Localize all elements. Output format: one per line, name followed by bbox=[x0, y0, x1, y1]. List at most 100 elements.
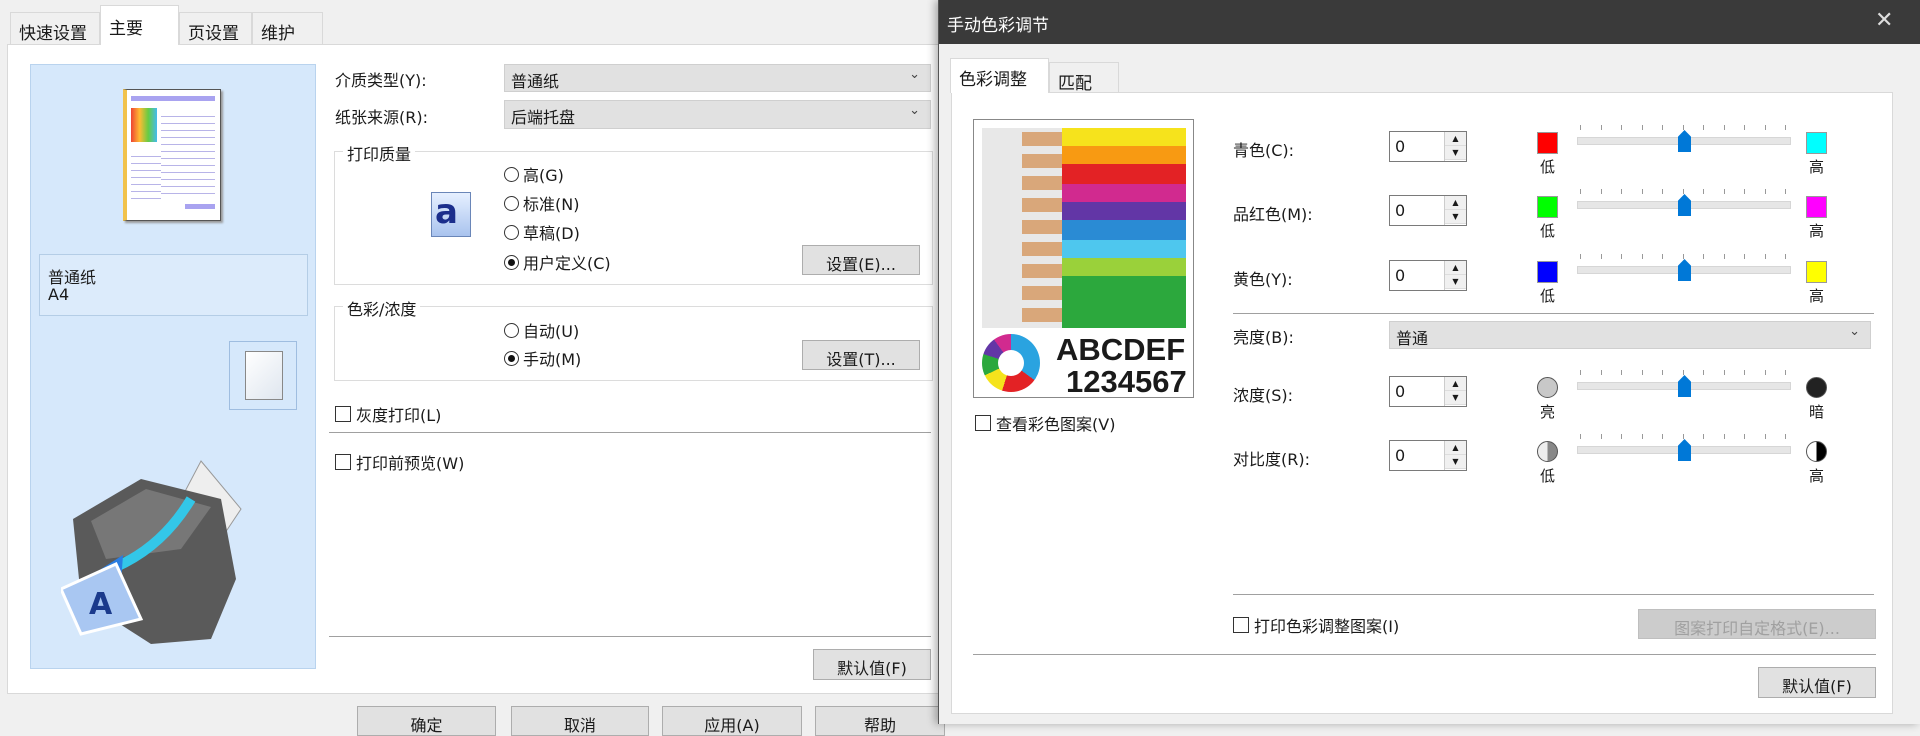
apply-button[interactable]: 应用(A) bbox=[662, 706, 802, 736]
slider-tick bbox=[1600, 125, 1602, 130]
settings-preview: 普通纸 A4 A bbox=[30, 64, 316, 669]
yellow-low-label: 低 bbox=[1540, 287, 1556, 305]
slider-tick bbox=[1785, 254, 1786, 259]
intensity-slider-ticks bbox=[1580, 370, 1790, 375]
magenta-high-swatch bbox=[1806, 196, 1827, 218]
magenta-high-label: 高 bbox=[1809, 222, 1825, 240]
slider-tick bbox=[1703, 254, 1704, 259]
contrast-high-label: 高 bbox=[1809, 467, 1825, 485]
spin-up-icon[interactable]: ▲ bbox=[1445, 377, 1466, 391]
slider-tick bbox=[1703, 189, 1704, 194]
quality-draft-radio[interactable]: 草稿(D) bbox=[504, 220, 580, 244]
help-button[interactable]: 帮助 bbox=[815, 706, 945, 736]
slider-tick bbox=[1621, 125, 1622, 130]
view-color-pattern-checkbox[interactable]: 查看彩色图案(V) bbox=[975, 411, 1115, 435]
yellow-high-label: 高 bbox=[1809, 287, 1825, 305]
paper-source-dropdown[interactable]: 后端托盘 ⌄ bbox=[504, 100, 931, 129]
slider-tick bbox=[1641, 370, 1643, 375]
spin-down-icon[interactable]: ▼ bbox=[1445, 146, 1466, 160]
slider-tick bbox=[1621, 254, 1622, 259]
preview-before-print-checkbox[interactable]: 打印前预览(W) bbox=[335, 450, 464, 474]
intensity-low-label: 亮 bbox=[1540, 403, 1556, 421]
print-color-pattern-checkbox[interactable]: 打印色彩调整图案(I) bbox=[1233, 613, 1399, 637]
quality-standard-radio[interactable]: 标准(N) bbox=[504, 191, 579, 215]
spin-up-icon[interactable]: ▲ bbox=[1445, 196, 1466, 210]
slider-tick bbox=[1641, 125, 1643, 130]
main-defaults-button[interactable]: 默认值(F) bbox=[813, 649, 931, 680]
media-type-dropdown[interactable]: 普通纸 ⌄ bbox=[504, 64, 931, 92]
grayscale-checkbox[interactable]: 灰度打印(L) bbox=[335, 402, 441, 426]
brightness-dropdown[interactable]: 普通 ⌄ bbox=[1389, 321, 1871, 349]
cyan-value: 0 bbox=[1395, 137, 1406, 156]
quality-settings-button[interactable]: 设置(E)... bbox=[802, 245, 920, 275]
intensity-high-label: 暗 bbox=[1809, 403, 1825, 421]
orientation-box bbox=[229, 341, 297, 410]
divider bbox=[1233, 313, 1874, 314]
tab-main[interactable]: 主要 bbox=[100, 5, 179, 45]
close-icon[interactable]: ✕ bbox=[1875, 8, 1893, 33]
cyan-low-label: 低 bbox=[1540, 158, 1556, 176]
yellow-spinbox[interactable]: 0 ▲ ▼ bbox=[1389, 260, 1467, 291]
spin-up-icon[interactable]: ▲ bbox=[1445, 132, 1466, 146]
printer-illustration: A bbox=[61, 460, 242, 644]
ok-button[interactable]: 确定 bbox=[357, 706, 496, 736]
color-auto-radio[interactable]: 自动(U) bbox=[504, 318, 579, 342]
tab-color-adjust[interactable]: 色彩调整 bbox=[950, 58, 1049, 93]
slider-tick bbox=[1723, 125, 1725, 130]
slider-tick bbox=[1723, 434, 1725, 439]
slider-tick bbox=[1682, 434, 1684, 439]
slider-tick bbox=[1744, 189, 1745, 194]
contrast-spinbox[interactable]: 0 ▲ ▼ bbox=[1389, 440, 1467, 471]
pattern-format-button[interactable]: 图案打印自定格式(E)... bbox=[1638, 609, 1876, 639]
slider-tick bbox=[1764, 254, 1766, 259]
slider-tick bbox=[1723, 254, 1725, 259]
spin-down-icon[interactable]: ▼ bbox=[1445, 210, 1466, 224]
color-sample-preview: ABCDEF 1234567 bbox=[973, 119, 1194, 399]
cancel-button[interactable]: 取消 bbox=[511, 706, 649, 736]
magenta-spinbox[interactable]: 0 ▲ ▼ bbox=[1389, 195, 1467, 226]
media-type-label: 介质类型(Y): bbox=[335, 71, 427, 90]
intensity-spinbox[interactable]: 0 ▲ ▼ bbox=[1389, 376, 1467, 407]
svg-text:A: A bbox=[89, 587, 113, 622]
quality-high-radio[interactable]: 高(G) bbox=[504, 162, 564, 186]
sample-digits: 1234567 bbox=[1066, 364, 1187, 399]
yellow-value: 0 bbox=[1395, 266, 1406, 285]
color-wheel-icon bbox=[982, 334, 1040, 392]
yellow-low-swatch bbox=[1537, 261, 1558, 283]
slider-tick bbox=[1662, 189, 1663, 194]
quality-custom-radio[interactable]: 用户定义(C) bbox=[504, 250, 611, 274]
slider-tick bbox=[1621, 370, 1622, 375]
slider-tick bbox=[1785, 125, 1786, 130]
intensity-value: 0 bbox=[1395, 382, 1406, 401]
high-contrast-icon bbox=[1806, 441, 1827, 462]
spin-down-icon[interactable]: ▼ bbox=[1445, 391, 1466, 405]
magenta-low-swatch bbox=[1537, 196, 1558, 218]
slider-tick bbox=[1682, 189, 1684, 194]
tab-page-setup[interactable]: 页设置 bbox=[179, 12, 252, 44]
tab-maintenance[interactable]: 维护 bbox=[252, 12, 323, 44]
spin-down-icon[interactable]: ▼ bbox=[1445, 275, 1466, 289]
slider-tick bbox=[1764, 189, 1766, 194]
slider-tick bbox=[1580, 434, 1581, 439]
cyan-spinbox[interactable]: 0 ▲ ▼ bbox=[1389, 131, 1467, 162]
spin-up-icon[interactable]: ▲ bbox=[1445, 261, 1466, 275]
spin-up-icon[interactable]: ▲ bbox=[1445, 441, 1466, 455]
paper-source-label: 纸张来源(R): bbox=[335, 108, 428, 127]
page-preview-icon bbox=[123, 89, 221, 221]
spin-down-icon[interactable]: ▼ bbox=[1445, 455, 1466, 469]
slider-tick bbox=[1641, 189, 1643, 194]
contrast-low-label: 低 bbox=[1540, 467, 1556, 485]
slider-tick bbox=[1703, 125, 1704, 130]
slider-tick bbox=[1764, 434, 1766, 439]
tab-matching[interactable]: 匹配 bbox=[1049, 62, 1119, 94]
slider-tick bbox=[1785, 370, 1786, 375]
dialog-defaults-button[interactable]: 默认值(F) bbox=[1758, 667, 1876, 698]
cyan-label: 青色(C): bbox=[1233, 141, 1295, 160]
magenta-label: 品红色(M): bbox=[1233, 205, 1313, 224]
color-settings-button[interactable]: 设置(T)... bbox=[802, 340, 920, 370]
slider-tick bbox=[1703, 370, 1704, 375]
color-manual-radio[interactable]: 手动(M) bbox=[504, 346, 581, 370]
divider bbox=[973, 654, 1876, 655]
tab-quick-setup[interactable]: 快速设置 bbox=[10, 12, 100, 44]
contrast-slider-ticks bbox=[1580, 434, 1790, 439]
